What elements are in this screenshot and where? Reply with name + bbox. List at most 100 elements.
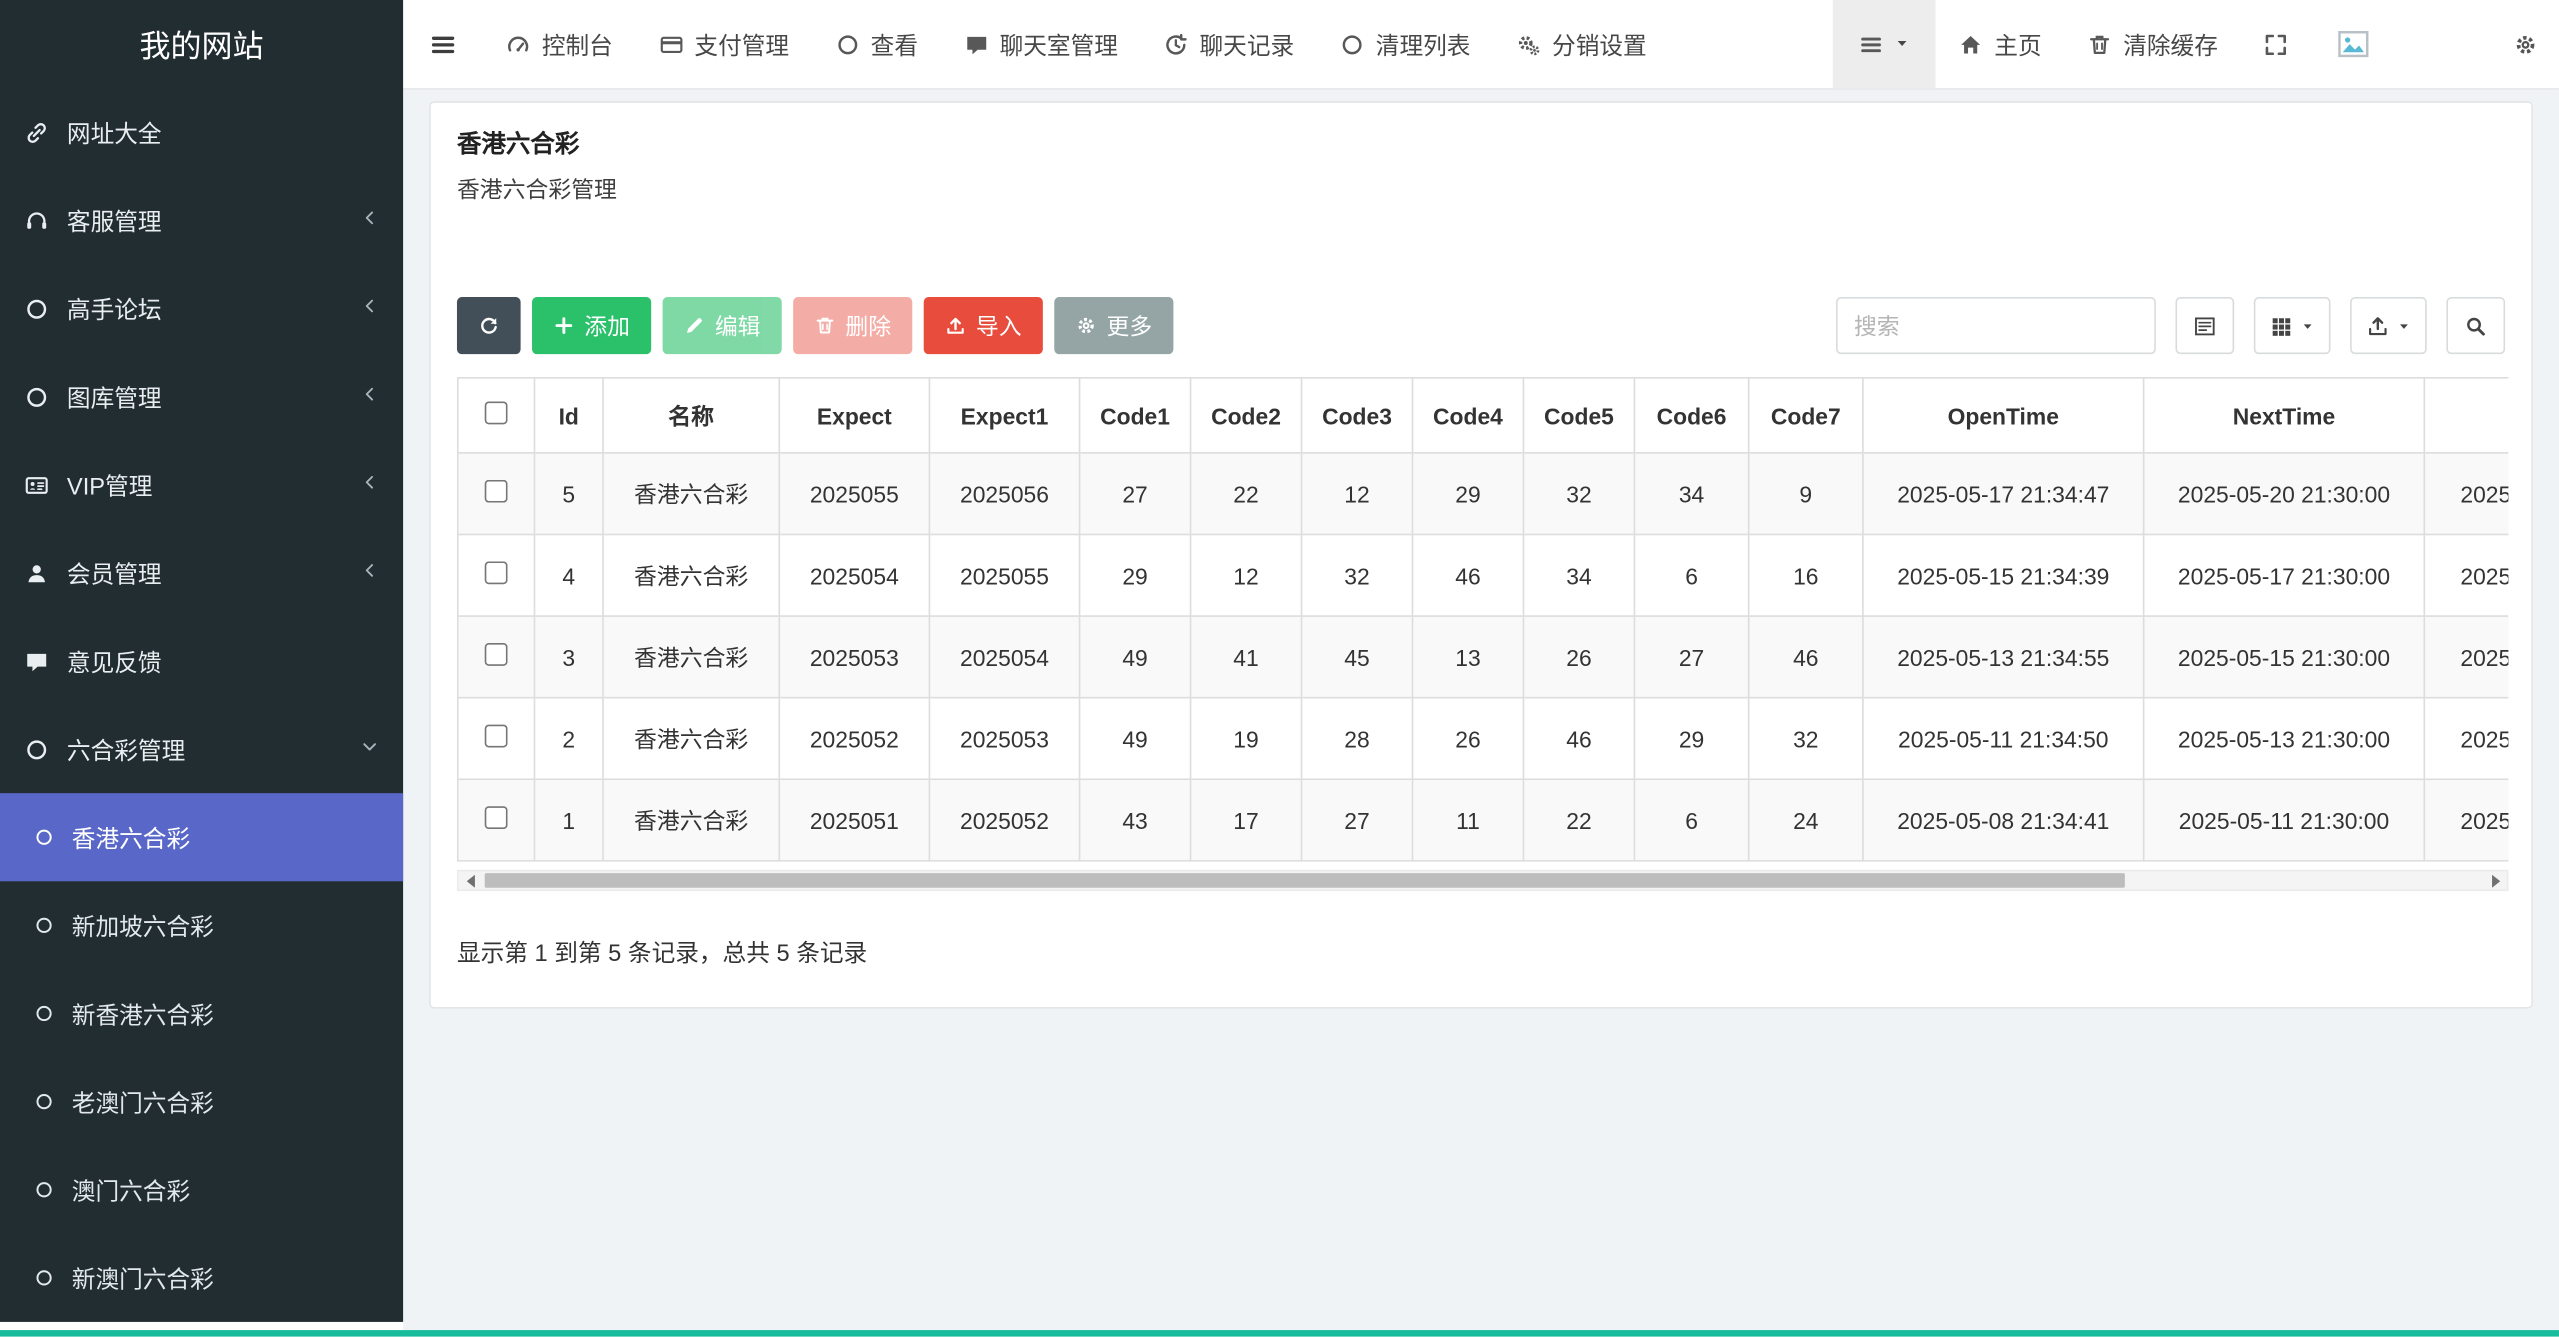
column-header[interactable]: Code2 (1191, 378, 1302, 453)
table-cell: 2025-05-13 21:30:00 (2144, 698, 2425, 780)
search-button[interactable] (2446, 297, 2505, 354)
edit-button[interactable]: 编辑 (663, 297, 782, 354)
circle-icon (24, 296, 48, 320)
sidebar-subitem-label: 新香港六合彩 (72, 996, 214, 1030)
column-header[interactable]: Expect (779, 378, 929, 453)
topnav-item[interactable]: 控制台 (483, 0, 636, 88)
column-header[interactable]: Expect1 (929, 378, 1079, 453)
trash-icon (814, 315, 835, 336)
sidebar-item[interactable]: 会员管理 (0, 529, 403, 617)
table-cell: 24 (1749, 779, 1863, 861)
sidebar-subitem[interactable]: 新澳门六合彩 (0, 1234, 403, 1322)
column-header[interactable]: Id (534, 378, 603, 453)
sidebar-item[interactable]: VIP管理 (0, 441, 403, 529)
link-icon (24, 120, 48, 144)
add-button-label: 添加 (584, 309, 630, 342)
refresh-button[interactable] (457, 297, 521, 354)
table-row[interactable]: 5香港六合彩2025055202505627221229323492025-05… (458, 453, 2509, 535)
credit-card-icon (659, 32, 683, 56)
sidebar-subitem[interactable]: 老澳门六合彩 (0, 1058, 403, 1146)
row-checkbox[interactable] (485, 561, 508, 584)
delete-button[interactable]: 删除 (793, 297, 912, 354)
table-row[interactable]: 4香港六合彩2025054202505529123246346162025-05… (458, 534, 2509, 616)
table-cell: 26 (1412, 698, 1523, 780)
topnav-item[interactable]: 分销设置 (1493, 0, 1669, 88)
column-header[interactable]: Code5 (1523, 378, 1634, 453)
row-checkbox[interactable] (485, 725, 508, 748)
circle-icon (34, 827, 54, 847)
table-row[interactable]: 2香港六合彩20250522025053491928264629322025-0… (458, 698, 2509, 780)
table-cell: 2025056 (929, 453, 1079, 535)
column-header[interactable]: Code1 (1080, 378, 1191, 453)
topnav-item[interactable]: 查看 (812, 0, 941, 88)
clear-cache-link[interactable]: 清除缓存 (2064, 0, 2240, 88)
settings-button[interactable] (2492, 0, 2559, 88)
sidebar-toggle-button[interactable] (403, 0, 483, 88)
screen: 我的网站 网址大全客服管理高手论坛图库管理VIP管理会员管理意见反馈六合彩管理香… (0, 0, 2559, 1337)
sidebar-item[interactable]: 意见反馈 (0, 617, 403, 705)
sidebar-item[interactable]: 图库管理 (0, 353, 403, 441)
sidebar-subitem[interactable]: 澳门六合彩 (0, 1146, 403, 1234)
search-input[interactable] (1836, 297, 2156, 354)
column-header[interactable]: Code6 (1634, 378, 1748, 453)
column-header[interactable] (2424, 378, 2508, 453)
table-cell: 2025054 (929, 616, 1079, 698)
sidebar-item[interactable]: 客服管理 (0, 176, 403, 264)
table-cell: 2025-05-17 21:34:47 (1863, 453, 2144, 535)
column-header[interactable]: OpenTime (1863, 378, 2144, 453)
column-header[interactable]: Code4 (1412, 378, 1523, 453)
add-button[interactable]: 添加 (532, 297, 651, 354)
sidebar-subitem-label: 香港六合彩 (72, 820, 190, 854)
menu-icon (1859, 32, 1883, 56)
table-cell: 32 (1523, 453, 1634, 535)
sidebar-item-label: 会员管理 (67, 556, 162, 590)
table-row[interactable]: 1香港六合彩2025051202505243172711226242025-05… (458, 779, 2509, 861)
row-checkbox[interactable] (485, 643, 508, 666)
circle-icon (835, 32, 859, 56)
row-checkbox[interactable] (485, 806, 508, 829)
menu-dropdown-button[interactable] (1833, 0, 1936, 88)
avatar-broken-image[interactable] (2311, 0, 2396, 88)
topnav-item[interactable]: 聊天记录 (1141, 0, 1317, 88)
home-link[interactable]: 主页 (1936, 0, 2065, 88)
edit-button-label: 编辑 (715, 309, 761, 342)
topnav-item[interactable]: 支付管理 (636, 0, 812, 88)
sidebar-subitem[interactable]: 新香港六合彩 (0, 969, 403, 1057)
sidebar-subitem[interactable]: 香港六合彩 (0, 793, 403, 881)
fullscreen-button[interactable] (2241, 0, 2311, 88)
site-title: 我的网站 (0, 0, 403, 88)
delete-button-label: 删除 (845, 309, 891, 342)
table-cell: 46 (1523, 698, 1634, 780)
import-button[interactable]: 导入 (924, 297, 1043, 354)
column-header[interactable]: NextTime (2144, 378, 2425, 453)
table-cell: 1 (534, 779, 603, 861)
sidebar-item[interactable]: 高手论坛 (0, 264, 403, 352)
sidebar-subitem-label: 澳门六合彩 (72, 1173, 190, 1207)
topnav-item[interactable]: 清理列表 (1317, 0, 1493, 88)
column-header[interactable]: Code7 (1749, 378, 1863, 453)
scrollbar-thumb[interactable] (485, 873, 2125, 888)
row-checkbox[interactable] (485, 480, 508, 503)
table-row[interactable]: 3香港六合彩20250532025054494145132627462025-0… (458, 616, 2509, 698)
horizontal-scrollbar[interactable] (457, 870, 2508, 891)
table-cell: 13 (1412, 616, 1523, 698)
column-header[interactable]: 名称 (603, 378, 779, 453)
scroll-left-arrow[interactable] (459, 871, 480, 889)
export-button[interactable] (2350, 297, 2427, 354)
more-button[interactable]: 更多 (1054, 297, 1173, 354)
select-all-checkbox[interactable] (485, 401, 508, 424)
sidebar-item[interactable]: 网址大全 (0, 88, 403, 176)
table-cell: 2025- (2424, 534, 2508, 616)
scroll-right-arrow[interactable] (2486, 871, 2507, 889)
topnav-item[interactable]: 聊天室管理 (941, 0, 1141, 88)
column-header[interactable]: Code3 (1302, 378, 1413, 453)
columns-button[interactable] (2254, 297, 2331, 354)
sidebar-item[interactable]: 六合彩管理 (0, 705, 403, 793)
columns-icon (2270, 314, 2293, 337)
expand-icon (2264, 32, 2288, 56)
sidebar-subitem-label: 新澳门六合彩 (72, 1261, 214, 1295)
table-cell: 43 (1080, 779, 1191, 861)
sidebar-subitem[interactable]: 新加坡六合彩 (0, 881, 403, 969)
data-table: Id名称ExpectExpect1Code1Code2Code3Code4Cod… (457, 377, 2508, 862)
detail-view-button[interactable] (2175, 297, 2234, 354)
